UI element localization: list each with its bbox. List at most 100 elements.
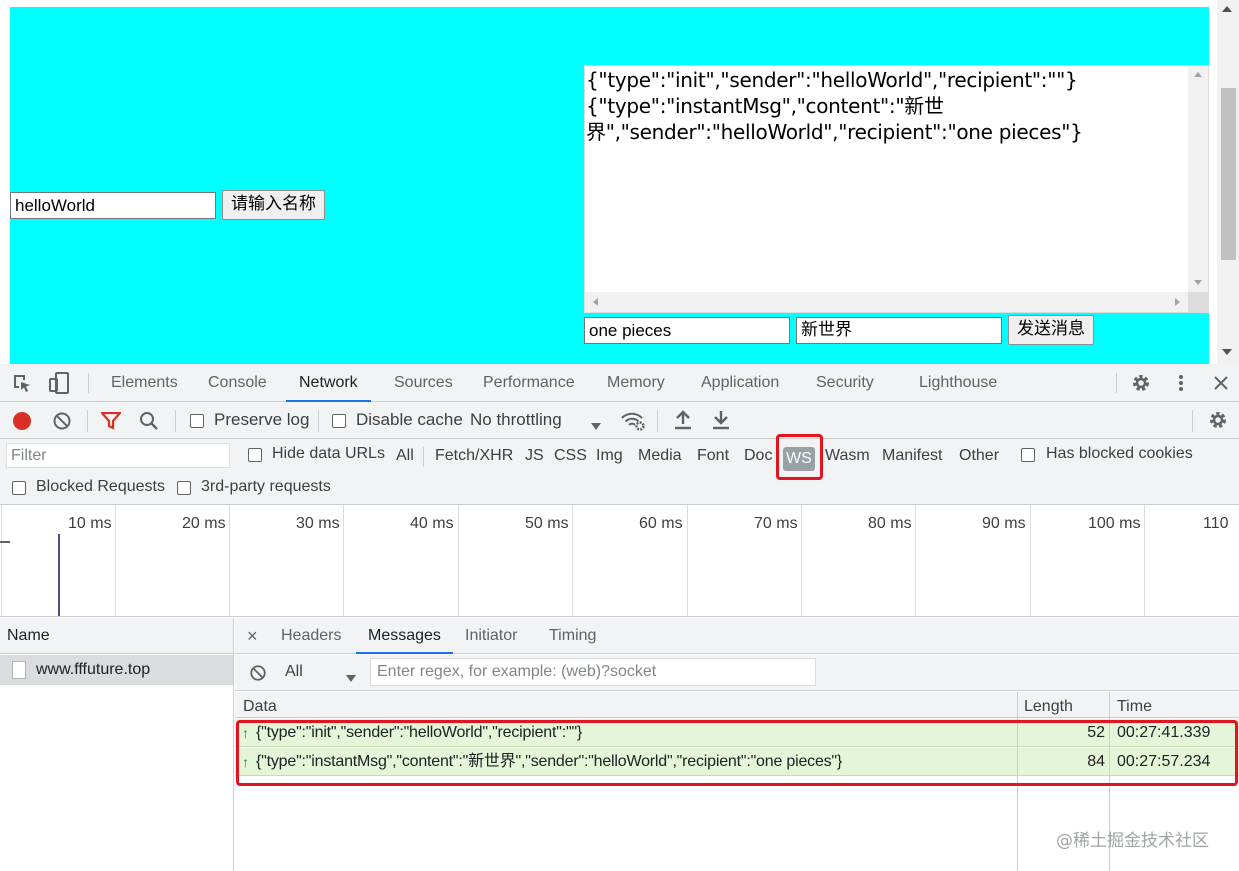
messages-highlight-box (236, 720, 1238, 786)
chevron-down-icon[interactable] (346, 669, 356, 687)
timeline-tick-label: 100 ms (1088, 515, 1141, 532)
data-column-header[interactable]: Data (243, 692, 277, 722)
grid-line (115, 505, 116, 617)
clear-messages-icon[interactable] (249, 664, 267, 687)
name-column-header[interactable]: Name (0, 618, 233, 654)
has-blocked-cookies-label: Has blocked cookies (1046, 445, 1193, 462)
close-devtools-icon[interactable] (1213, 375, 1229, 396)
tab-elements[interactable]: Elements (111, 364, 178, 402)
separator (175, 410, 176, 432)
close-detail-icon[interactable]: × (247, 618, 258, 654)
hide-data-urls-label: Hide data URLs (272, 445, 385, 462)
type-filter-manifest[interactable]: Manifest (882, 443, 942, 468)
message-regex-input[interactable]: Enter regex, for example: (web)?socket (370, 658, 816, 686)
tab-initiator[interactable]: Initiator (465, 618, 517, 654)
request-row[interactable]: www.fffuture.top (0, 655, 233, 685)
preserve-log-label: Preserve log (214, 410, 310, 429)
separator (423, 447, 424, 467)
record-icon[interactable] (12, 411, 32, 436)
type-filter-js[interactable]: JS (525, 443, 544, 468)
username-input[interactable]: helloWorld (10, 192, 216, 219)
tab-headers[interactable]: Headers (281, 618, 341, 654)
clear-icon[interactable] (52, 411, 72, 436)
third-party-requests-checkbox[interactable] (177, 481, 191, 495)
document-icon (12, 661, 26, 679)
network-conditions-icon[interactable] (620, 410, 646, 437)
scroll-left-arrow-icon[interactable] (593, 298, 598, 306)
search-icon[interactable] (139, 411, 159, 436)
devtools-tab-strip: Elements Console Network Sources Perform… (0, 364, 1239, 402)
type-filter-css[interactable]: CSS (554, 443, 587, 468)
disable-cache-checkbox[interactable] (332, 414, 346, 428)
settings-gear-icon[interactable] (1131, 373, 1151, 398)
more-options-icon[interactable] (1178, 374, 1184, 397)
network-settings-gear-icon[interactable] (1208, 410, 1228, 435)
message-content-input[interactable]: 新世界 (796, 317, 1002, 344)
tab-application[interactable]: Application (701, 364, 779, 402)
tab-messages[interactable]: Messages (356, 618, 453, 654)
type-filter-other[interactable]: Other (959, 443, 999, 468)
export-har-icon[interactable] (712, 410, 730, 435)
message-type-select[interactable]: All (285, 663, 303, 681)
tab-lighthouse[interactable]: Lighthouse (919, 364, 997, 402)
type-filter-font[interactable]: Font (697, 443, 729, 468)
grid-line (687, 505, 688, 617)
type-filter-wasm[interactable]: Wasm (825, 443, 870, 468)
set-name-button[interactable]: 请输入名称 (222, 190, 325, 220)
tab-timing[interactable]: Timing (549, 618, 596, 654)
filter-input[interactable]: Filter (6, 443, 230, 468)
tab-sources[interactable]: Sources (394, 364, 453, 402)
scroll-down-arrow-icon[interactable] (1194, 280, 1202, 285)
preserve-log-checkbox[interactable] (190, 414, 204, 428)
message-log-line: {"type":"init","sender":"helloWorld","re… (586, 68, 1078, 92)
scroll-right-arrow-icon[interactable] (1175, 298, 1180, 306)
message-log-textarea[interactable]: {"type":"init","sender":"helloWorld","re… (584, 65, 1209, 313)
scrollbar-thumb[interactable] (1221, 88, 1236, 260)
hide-data-urls-checkbox[interactable] (248, 448, 262, 462)
network-toolbar: Preserve log Disable cache No throttling (0, 402, 1239, 439)
tab-memory[interactable]: Memory (607, 364, 665, 402)
tab-network[interactable]: Network (286, 364, 371, 402)
page-vertical-scrollbar[interactable] (1217, 0, 1239, 364)
chevron-down-icon[interactable] (591, 417, 601, 435)
send-message-button[interactable]: 发送消息 (1008, 315, 1094, 345)
time-column-header[interactable]: Time (1117, 692, 1152, 722)
timeline-tick-label: 50 ms (525, 515, 569, 532)
type-filter-doc[interactable]: Doc (744, 443, 772, 468)
messages-table-header: Data Length Time (235, 692, 1239, 718)
separator (88, 373, 89, 393)
tab-security[interactable]: Security (816, 364, 874, 402)
import-har-icon[interactable] (674, 410, 692, 435)
type-filter-fetch-xhr[interactable]: Fetch/XHR (435, 443, 513, 468)
devtools-panel: Elements Console Network Sources Perform… (0, 364, 1239, 871)
timeline-marker (0, 541, 10, 543)
separator (1192, 410, 1193, 432)
network-overview-timeline[interactable]: 10 ms 20 ms 30 ms 40 ms 50 ms 60 ms 70 m… (0, 505, 1239, 617)
scroll-down-arrow-icon[interactable] (1222, 349, 1232, 355)
grid-line (1030, 505, 1031, 617)
filter-funnel-icon[interactable] (99, 411, 123, 435)
message-log-line: 界","sender":"helloWorld","recipient":"on… (586, 120, 1083, 144)
blocked-requests-checkbox[interactable] (12, 481, 26, 495)
tab-console[interactable]: Console (208, 364, 267, 402)
device-toolbar-icon[interactable] (48, 372, 70, 399)
has-blocked-cookies-checkbox[interactable] (1021, 448, 1035, 462)
timeline-tick-label: 60 ms (639, 515, 683, 532)
separator (1116, 373, 1117, 393)
recipient-input[interactable]: one pieces (584, 317, 790, 344)
type-filter-all[interactable]: All (396, 443, 414, 468)
scroll-up-arrow-icon[interactable] (1222, 6, 1232, 12)
disable-cache-label: Disable cache (356, 410, 463, 429)
textarea-horizontal-scrollbar[interactable] (585, 292, 1190, 312)
tab-performance[interactable]: Performance (483, 364, 575, 402)
type-filter-media[interactable]: Media (638, 443, 682, 468)
type-filter-img[interactable]: Img (596, 443, 623, 468)
scroll-up-arrow-icon[interactable] (1194, 72, 1202, 77)
throttling-select[interactable]: No throttling (470, 410, 562, 430)
inspect-element-icon[interactable] (12, 373, 32, 398)
textarea-vertical-scrollbar[interactable] (1188, 66, 1208, 294)
timeline-tick-label: 80 ms (868, 515, 912, 532)
length-column-header[interactable]: Length (1024, 692, 1073, 722)
request-name: www.fffuture.top (36, 661, 151, 678)
grid-line (343, 505, 344, 617)
